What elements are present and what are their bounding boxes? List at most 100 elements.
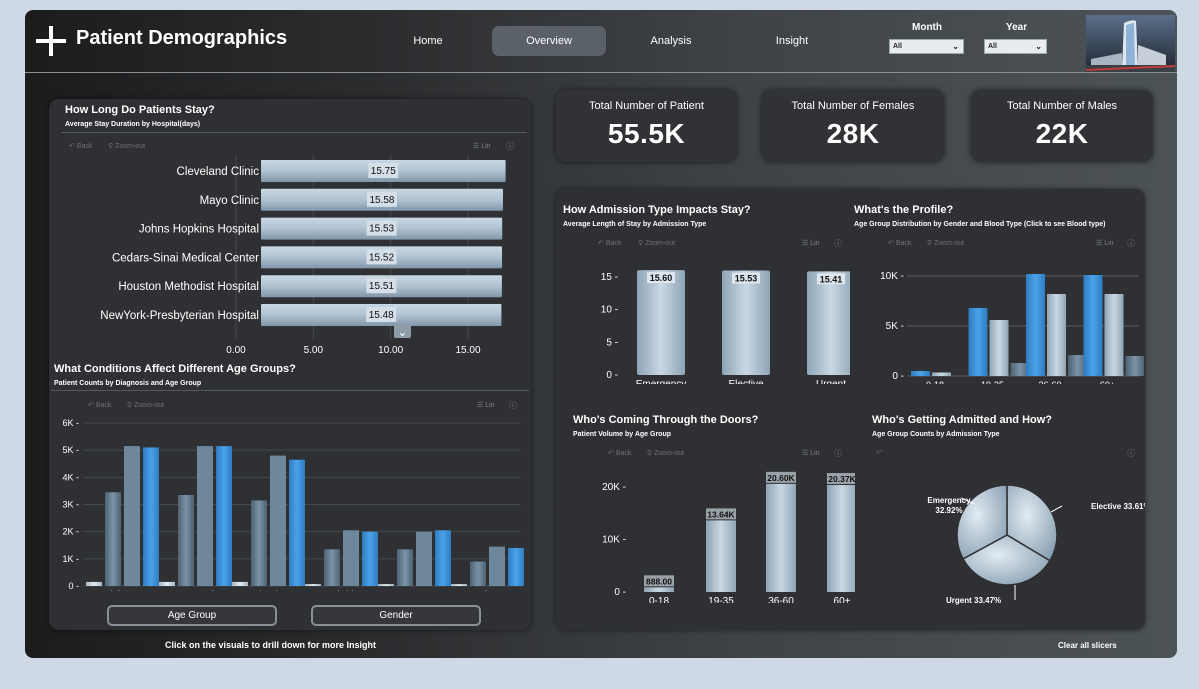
y-tick-label: 0 - (614, 587, 626, 598)
category-label: 60+ (1100, 380, 1115, 384)
data-label: 15.48 (369, 310, 394, 321)
bar (489, 546, 505, 586)
conditions-chart[interactable]: 0 - 1K - 2K - 3K - 4K - 5K - 6K - Diabetes Hyper… (51, 406, 529, 591)
category-label: Emergency (636, 379, 687, 384)
data-label: 13.64K (707, 509, 735, 519)
bar (289, 459, 305, 586)
back-label: Back (605, 240, 622, 247)
bar (1083, 275, 1103, 376)
zoom-label: Zoom-out (645, 240, 676, 247)
category-label: Asthma (471, 590, 505, 591)
month-slicer-label: Month (912, 22, 942, 33)
data-label: 15.51 (369, 281, 394, 292)
nav-insight[interactable]: Insight (735, 26, 849, 56)
zoom-label: Zoom-out (115, 143, 146, 150)
profile-zoom-button[interactable]: ⚲ Zoom-out (927, 239, 964, 247)
bar (416, 531, 432, 586)
bar (508, 547, 524, 586)
stay-zoom-button[interactable]: ⚲ Zoom-out (108, 142, 145, 150)
bar (807, 271, 850, 375)
help-icon[interactable]: ⓘ (506, 141, 514, 152)
data-label: 15.58 (369, 195, 394, 206)
dashboard-frame: Patient Demographics Home Overview Analy… (25, 10, 1177, 658)
admission-back-button[interactable]: ↶ Back (598, 239, 621, 247)
back-label: Back (76, 143, 93, 150)
stay-divider (61, 132, 527, 133)
bar (1047, 294, 1066, 376)
category-label: 19-35 (708, 596, 734, 603)
help-icon[interactable]: ⓘ (1127, 448, 1135, 459)
stay-chart[interactable]: 0.00 5.00 10.00 15.00 Cleveland Clinic 15.75 M… (61, 154, 531, 354)
clear-slicers-button[interactable]: Clear all slicers (1058, 641, 1117, 650)
admitted-pie-chart[interactable]: Emergency32.92% Elective 33.61% Urgent 33.… (865, 462, 1145, 607)
back-label: Back (615, 450, 632, 457)
admission-lin-button[interactable]: ☰ Lin (802, 239, 820, 247)
month-slicer[interactable]: All ⌄ (889, 39, 964, 54)
bar (766, 483, 796, 592)
kpi-card-females: Total Number of Females 28K (762, 90, 944, 162)
y-tick-label: 1K - (62, 554, 79, 564)
hospital-building-image (1086, 15, 1175, 72)
x-tick-label: 15.00 (455, 345, 480, 354)
doors-title: Who's Coming Through the Doors? (573, 414, 759, 426)
bar (397, 549, 413, 586)
category-label: NewYork-Presbyterian Hospital (100, 310, 259, 322)
doors-zoom-button[interactable]: ⚲ Zoom-out (647, 449, 684, 457)
bar (305, 584, 321, 586)
app-title: Patient Demographics (76, 27, 288, 49)
conditions-title: What Conditions Affect Different Age Gro… (54, 363, 296, 375)
y-tick-label: 5K - (886, 321, 904, 332)
bar (159, 581, 175, 586)
back-arrow-icon[interactable]: ↶ (876, 448, 883, 457)
admission-title: How Admission Type Impacts Stay? (563, 204, 751, 216)
year-slicer[interactable]: All ⌄ (984, 39, 1047, 54)
bar (1104, 294, 1124, 376)
stay-lin-button[interactable]: ☰ Lin (473, 142, 491, 150)
nav-home[interactable]: Home (371, 26, 485, 56)
category-label: Cancer (398, 590, 431, 591)
y-tick-label: 10K - (880, 271, 904, 282)
nav-overview[interactable]: Overview (492, 26, 606, 56)
kpi-label: Total Number of Patient (589, 100, 704, 112)
age-group-button[interactable]: Age Group (107, 605, 277, 626)
category-label: 60+ (834, 596, 851, 603)
stay-back-button[interactable]: ↶ Back (69, 142, 92, 150)
help-icon[interactable]: ⓘ (834, 238, 842, 249)
category-label: Houston Methodist Hospital (118, 281, 259, 293)
profile-back-button[interactable]: ↶ Back (888, 239, 911, 247)
category-label: Hypertension (166, 590, 225, 591)
kpi-label: Total Number of Males (1006, 100, 1118, 112)
y-tick-label: 10 - (601, 305, 618, 316)
profile-subtitle: Age Group Distribution by Gender and Blo… (854, 221, 1106, 228)
bar (637, 270, 685, 375)
chevron-down-icon: ⌄ (952, 42, 959, 51)
medical-cross-icon (36, 26, 66, 56)
data-label: 15.52 (369, 252, 394, 263)
bar (451, 584, 467, 586)
admission-zoom-button[interactable]: ⚲ Zoom-out (638, 239, 675, 247)
admission-chart[interactable]: 0 - 5 - 10 - 15 - 15.60 Emergency 15.53 Electiv… (560, 254, 850, 384)
doors-back-button[interactable]: ↶ Back (608, 449, 631, 457)
help-icon[interactable]: ⓘ (1127, 238, 1135, 249)
gender-button[interactable]: Gender (311, 605, 481, 626)
bar (324, 549, 340, 586)
category-label: Arthritis (325, 590, 359, 591)
bar (989, 320, 1009, 376)
y-tick-label: 2K - (62, 527, 79, 537)
year-slicer-label: Year (1006, 22, 1028, 33)
doors-lin-button[interactable]: ☰ Lin (802, 449, 820, 457)
data-label: 15.53 (735, 274, 758, 284)
doors-chart[interactable]: 0 - 10K - 20K - 888.00 0-18 13.64K 19-35 20.60K… (570, 458, 855, 603)
nav-analysis[interactable]: Analysis (614, 26, 728, 56)
y-tick-label: 0 - (606, 370, 618, 381)
chevron-down-icon: ⌄ (397, 325, 407, 339)
profile-lin-button[interactable]: ☰ Lin (1096, 239, 1114, 247)
bar (932, 372, 951, 376)
bar (911, 371, 930, 376)
bar (1026, 274, 1045, 376)
y-tick-label: 0 - (68, 581, 79, 591)
y-tick-label: 10K - (602, 535, 626, 546)
year-slicer-value: All (988, 43, 997, 50)
profile-chart[interactable]: 0 - 5K - 10K - 0-18 19-35 36-60 60+ (854, 254, 1144, 384)
lin-label: Lin (810, 240, 820, 247)
